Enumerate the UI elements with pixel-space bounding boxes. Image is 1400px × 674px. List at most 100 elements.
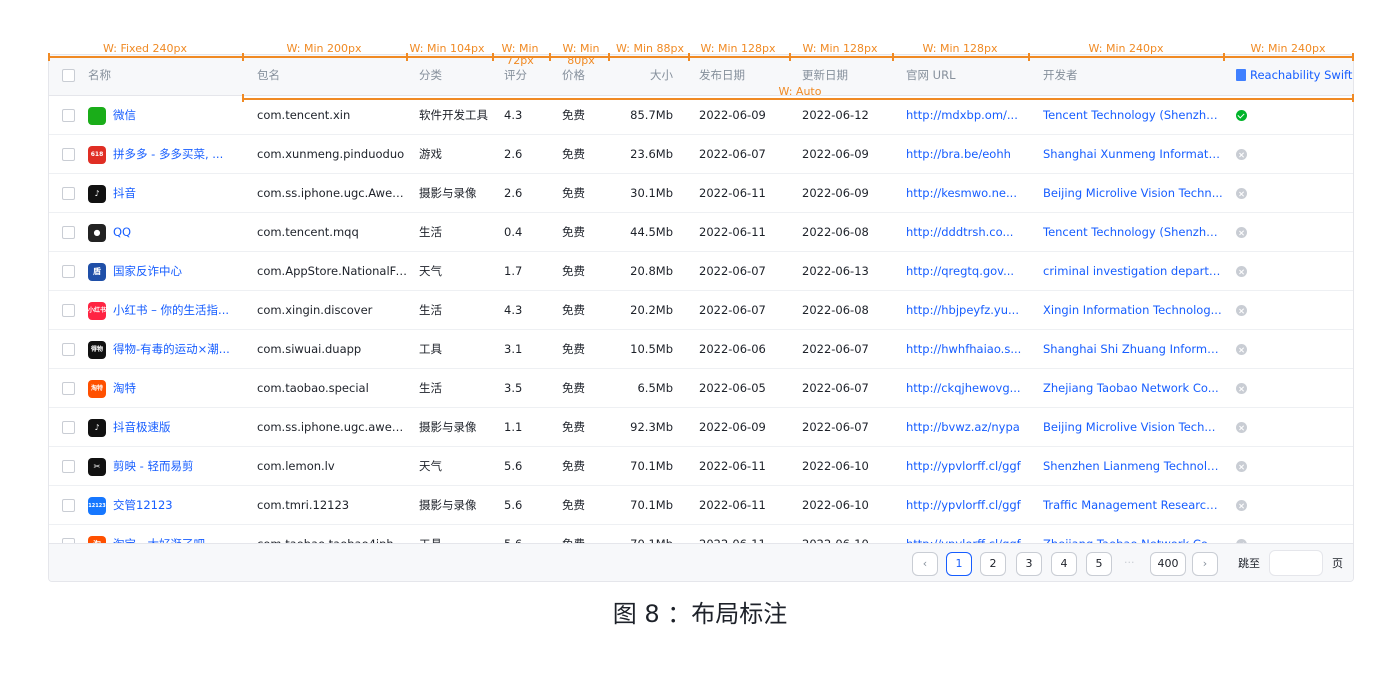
row-checkbox[interactable] (62, 226, 75, 239)
close-circle-icon (1236, 188, 1247, 199)
cell-url[interactable]: http://ypvlorff.cl/ggf (906, 486, 1028, 525)
cell-price: 免费 (562, 420, 585, 434)
cell-price: 免费 (562, 381, 585, 395)
row-checkbox[interactable] (62, 460, 75, 473)
cell-developer[interactable]: Xingin Information Technolog... (1043, 291, 1223, 330)
app-name-link[interactable]: 淘宝 - 太好逛了吧 (113, 525, 249, 543)
table-row[interactable]: ✂ 剪映 - 轻而易剪 com.lemon.lv 天气 5.6 免费 70.1Mb 2022-… (49, 447, 1353, 486)
cell-update: 2022-06-10 (802, 498, 869, 512)
row-checkbox[interactable] (62, 343, 75, 356)
table-row[interactable]: 12123 交管12123 com.tmri.12123 摄影与录像 5.6 免费 70.1… (49, 486, 1353, 525)
table-row[interactable]: 618 拼多多 - 多多买菜, ... com.xunmeng.pinduoduo 游… (49, 135, 1353, 174)
header-release-date[interactable]: 发布日期 (699, 55, 745, 96)
cell-url[interactable]: http://hwhfhaiao.s... (906, 330, 1028, 369)
page-400-button[interactable]: 400 (1150, 552, 1186, 576)
cell-developer[interactable]: Zhejiang Taobao Network Co... (1043, 525, 1223, 543)
app-name-link[interactable]: 国家反诈中心 (113, 252, 249, 291)
cell-developer[interactable]: Tencent Technology (Shenzhe... (1043, 96, 1223, 135)
row-checkbox[interactable] (62, 421, 75, 434)
header-size[interactable]: 大小 (620, 55, 673, 96)
app-name-link[interactable]: 淘特 (113, 369, 249, 408)
header-url[interactable]: 官网 URL (906, 55, 955, 96)
next-page-button[interactable]: › (1192, 552, 1218, 576)
app-name-link[interactable]: 微信 (113, 96, 249, 135)
cell-developer[interactable]: Tencent Technology (Shenzhe... (1043, 213, 1223, 252)
header-update-date[interactable]: 更新日期 (802, 55, 848, 96)
jump-page-input[interactable] (1269, 550, 1323, 576)
cell-size: 20.2Mb (630, 303, 673, 317)
table-row[interactable]: 微信 com.tencent.xin 软件开发工具 4.3 免费 85.7Mb 2022-0… (49, 96, 1353, 135)
table-row[interactable]: ♪ 抖音极速版 com.ss.iphone.ugc.awem... 摄影与录像 1.1 免… (49, 408, 1353, 447)
row-checkbox[interactable] (62, 148, 75, 161)
cell-url[interactable]: http://kesmwo.ne... (906, 174, 1028, 213)
cell-developer[interactable]: Beijing Microlive Vision Techn... (1043, 174, 1223, 213)
page-suffix-label: 页 (1332, 557, 1343, 570)
header-price[interactable]: 价格 (562, 55, 585, 96)
header-category[interactable]: 分类 (419, 55, 442, 96)
app-name-link[interactable]: QQ (113, 213, 249, 252)
cell-url[interactable]: http://bra.be/eohh (906, 135, 1028, 174)
cell-rating: 5.6 (504, 459, 523, 473)
cell-url[interactable]: http://hbjpeyfz.yu... (906, 291, 1028, 330)
cell-developer[interactable]: Zhejiang Taobao Network Co... (1043, 369, 1223, 408)
cell-developer[interactable]: Shanghai Xunmeng Informatio... (1043, 135, 1223, 174)
row-checkbox[interactable] (62, 109, 75, 122)
table-row[interactable]: 得物 得物-有毒的运动×潮... com.siwuai.duapp 工具 3.1 免费 10… (49, 330, 1353, 369)
cell-url[interactable]: http://ypvlorff.cl/ggf (906, 447, 1028, 486)
page-1-button[interactable]: 1 (946, 552, 972, 576)
app-name-link[interactable]: 交管12123 (113, 486, 249, 525)
table-row[interactable]: 盾国家反诈中心 com.AppStore.NationalFr... 天气 1.7 免费… (49, 252, 1353, 291)
cell-developer[interactable]: Traffic Management Research ... (1043, 486, 1223, 525)
cell-rating: 2.6 (504, 186, 523, 200)
row-checkbox[interactable] (62, 382, 75, 395)
cell-url[interactable]: http://mdxbp.om/... (906, 96, 1028, 135)
header-rating[interactable]: 评分 (504, 55, 527, 96)
cell-category: 摄影与录像 (419, 498, 477, 512)
row-checkbox[interactable] (62, 187, 75, 200)
cell-developer[interactable]: criminal investigation departm... (1043, 252, 1223, 291)
header-name[interactable]: 名称 (88, 55, 111, 96)
app-name-link[interactable]: 抖音 (113, 174, 249, 213)
cell-url[interactable]: http://bvwz.az/nypa (906, 408, 1028, 447)
cell-package: com.tmri.12123 (257, 498, 350, 512)
app-name-link[interactable]: 得物-有毒的运动×潮... (113, 330, 249, 369)
page-5-button[interactable]: 5 (1086, 552, 1112, 576)
cell-size: 70.1Mb (630, 498, 673, 512)
wechat-icon (88, 107, 106, 125)
table-row[interactable]: 小红书 小红书 – 你的生活指... com.xingin.discover 生活 4.… (49, 291, 1353, 330)
table-row[interactable]: 淘特 淘特 com.taobao.special 生活 3.5 免费 6.5Mb 2022-0… (49, 369, 1353, 408)
page-4-button[interactable]: 4 (1051, 552, 1077, 576)
page-2-button[interactable]: 2 (980, 552, 1006, 576)
header-developer[interactable]: 开发者 (1043, 55, 1078, 96)
cell-developer[interactable]: Beijing Microlive Vision Tech... (1043, 408, 1223, 447)
cell-rating: 1.1 (504, 420, 523, 434)
header-reachability-swift[interactable]: Reachability Swift (1250, 55, 1352, 96)
cell-package: com.ss.iphone.ugc.Aweme (257, 186, 407, 200)
app-name-link[interactable]: 小红书 – 你的生活指... (113, 291, 249, 330)
app-name-link[interactable]: 抖音极速版 (113, 408, 249, 447)
app-name-link[interactable]: 拼多多 - 多多买菜, ... (113, 135, 249, 174)
prev-page-button[interactable]: ‹ (912, 552, 938, 576)
cell-update: 2022-06-09 (802, 147, 869, 161)
cell-url[interactable]: http://qregtq.gov... (906, 252, 1028, 291)
table-body: 微信 com.tencent.xin 软件开发工具 4.3 免费 85.7Mb 2022-0… (49, 96, 1353, 543)
table-row[interactable]: ● QQ com.tencent.mqq 生活 0.4 免费 44.5Mb 2022-06-1… (49, 213, 1353, 252)
cell-release: 2022-06-07 (699, 147, 766, 161)
table-row[interactable]: 淘淘宝 - 太好逛了吧 com.taobao.taobao4iphone 工具 5.6… (49, 525, 1353, 543)
row-checkbox[interactable] (62, 304, 75, 317)
select-all-checkbox[interactable] (62, 69, 75, 82)
cell-developer[interactable]: Shanghai Shi Zhuang Informat... (1043, 330, 1223, 369)
cell-url[interactable]: http://ypvlorff.cl/ggf (906, 525, 1028, 543)
cell-url[interactable]: http://dddtrsh.co... (906, 213, 1028, 252)
table-row[interactable]: ♪ 抖音 com.ss.iphone.ugc.Aweme 摄影与录像 2.6 免费 30.1… (49, 174, 1353, 213)
header-package[interactable]: 包名 (257, 55, 280, 96)
app-name-link[interactable]: 剪映 - 轻而易剪 (113, 447, 249, 486)
row-checkbox[interactable] (62, 499, 75, 512)
cell-update: 2022-06-08 (802, 225, 869, 239)
row-checkbox[interactable] (62, 265, 75, 278)
cell-package: com.lemon.lv (257, 459, 335, 473)
cell-url[interactable]: http://ckqjhewovg... (906, 369, 1028, 408)
cell-developer[interactable]: Shenzhen Lianmeng Technolo... (1043, 447, 1223, 486)
page-3-button[interactable]: 3 (1016, 552, 1042, 576)
qq-penguin-icon: ● (88, 224, 106, 242)
